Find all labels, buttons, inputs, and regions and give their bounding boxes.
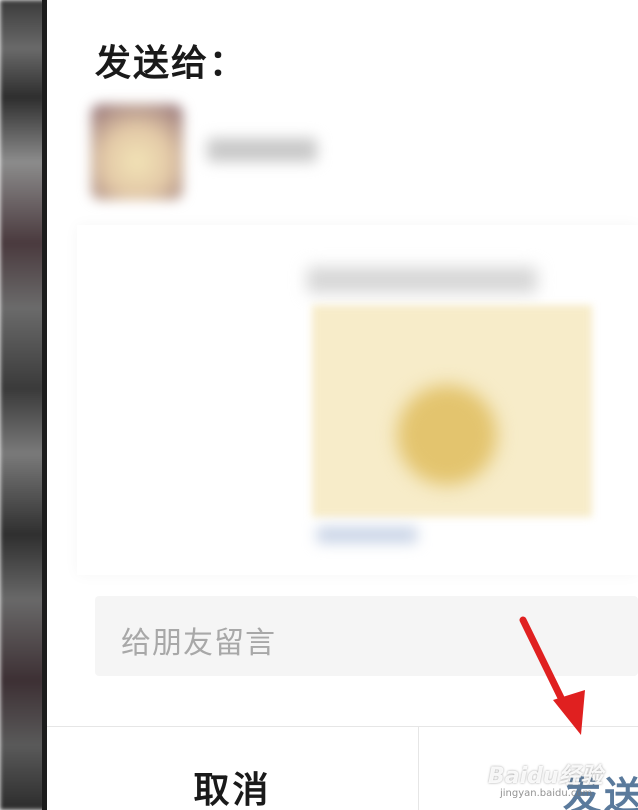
background-app-blur: [0, 0, 46, 810]
recipient-row: [87, 100, 387, 210]
recipient-name-blurred: [207, 138, 317, 162]
preview-caption-blurred: [317, 527, 417, 543]
preview-image-circle: [397, 385, 497, 485]
share-dialog: 发送给： 给朋友留言 取消 发送: [47, 0, 638, 810]
recipient-avatar: [91, 104, 183, 200]
message-input[interactable]: 给朋友留言: [95, 596, 638, 676]
cancel-button[interactable]: 取消: [47, 727, 419, 810]
cancel-button-label: 取消: [193, 770, 272, 810]
preview-header-blurred: [307, 267, 537, 293]
send-button[interactable]: 发送: [419, 727, 638, 810]
page: 发送给： 给朋友留言 取消 发送 Baidu经验 jingyan.baidu.c…: [0, 0, 638, 810]
message-placeholder: 给朋友留言: [121, 626, 276, 661]
send-button-label: 发送: [563, 774, 638, 810]
shared-content-preview: [77, 225, 638, 575]
dialog-footer: 取消 发送: [47, 726, 638, 810]
dialog-title: 发送给：: [95, 43, 248, 84]
